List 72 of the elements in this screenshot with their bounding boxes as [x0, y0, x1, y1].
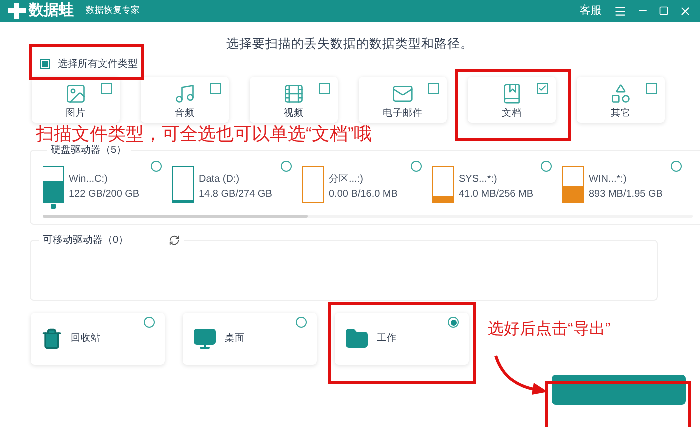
- drive-usage: 122 GB/200 GB: [69, 188, 141, 202]
- file-type-card[interactable]: 其它: [577, 77, 665, 123]
- folder-icon: [345, 327, 369, 351]
- checkbox[interactable]: [319, 83, 330, 94]
- checkbox[interactable]: [101, 83, 112, 94]
- film-icon: [283, 83, 305, 105]
- drive-usage: 14.8 GB/274 GB: [199, 188, 274, 202]
- drive-item[interactable]: Data (D:) 14.8 GB/274 GB: [173, 161, 303, 209]
- file-type-card[interactable]: 音频: [141, 77, 229, 123]
- trash-icon: [41, 328, 63, 350]
- file-type-card[interactable]: 视频: [250, 77, 338, 123]
- checkbox[interactable]: [537, 83, 548, 94]
- radio-button[interactable]: [541, 161, 552, 172]
- file-type-label: 视频: [284, 108, 304, 120]
- file-type-label: 音频: [175, 108, 195, 120]
- shapes-icon: [610, 83, 632, 105]
- menu-icon[interactable]: [614, 4, 627, 18]
- radio-button[interactable]: [144, 317, 155, 328]
- file-type-label: 文档: [502, 108, 522, 120]
- location-card[interactable]: 桌面: [183, 313, 317, 365]
- picture-icon: [65, 83, 87, 105]
- music-icon: [174, 83, 196, 105]
- location-card[interactable]: 回收站: [31, 313, 165, 365]
- location-label: 回收站: [71, 332, 102, 346]
- panel-title: 可移动驱动器（0）: [43, 234, 129, 248]
- location-label: 桌面: [225, 332, 246, 346]
- checkbox[interactable]: [40, 59, 50, 69]
- file-type-label: 电子邮件: [383, 108, 423, 120]
- drive-name: Data (D:): [199, 173, 241, 187]
- panel-title: 硬盘驱动器（5）: [50, 144, 128, 158]
- radio-button[interactable]: [448, 317, 459, 328]
- file-type-label: 图片: [66, 108, 86, 120]
- refresh-icon[interactable]: [168, 235, 180, 246]
- drive-item[interactable]: WIN...*:) 893 MB/1.95 GB: [563, 161, 693, 209]
- scrollbar-thumb[interactable]: [43, 215, 308, 218]
- envelope-icon: [392, 83, 414, 105]
- maximize-icon[interactable]: [659, 6, 669, 16]
- drive-name: Win...C:): [69, 173, 109, 187]
- radio-button[interactable]: [411, 161, 422, 172]
- app-name: 数据蛙: [29, 0, 74, 21]
- radio-button[interactable]: [296, 317, 307, 328]
- app-subtitle: 数据恢复专家: [86, 4, 140, 18]
- annotation-note: 选好后点击“导出”: [488, 320, 611, 340]
- book-icon: [501, 83, 523, 105]
- file-type-label: 其它: [611, 108, 631, 120]
- radio-button[interactable]: [671, 161, 682, 172]
- heading: 选择要扫描的丢失数据的数据类型和路径。: [226, 36, 474, 53]
- monitor-icon: [193, 327, 217, 351]
- support-link[interactable]: 客服: [580, 2, 602, 20]
- file-type-card[interactable]: 文档: [468, 77, 556, 123]
- file-type-card[interactable]: 电子邮件: [359, 77, 447, 123]
- drive-usage: 0.00 B/16.0 MB: [329, 188, 399, 202]
- drive-item[interactable]: SYS...*:) 41.0 MB/256 MB: [433, 161, 563, 209]
- drive-item[interactable]: Win...C:) 122 GB/200 GB: [43, 161, 173, 209]
- drive-usage: 893 MB/1.95 GB: [589, 188, 664, 202]
- drive-item[interactable]: 分区...:) 0.00 B/16.0 MB: [303, 161, 433, 209]
- checkbox[interactable]: [210, 83, 221, 94]
- drive-usage: 41.0 MB/256 MB: [459, 188, 534, 202]
- drive-name: WIN...*:): [589, 173, 628, 187]
- radio-button[interactable]: [151, 161, 162, 172]
- location-label: 工作: [377, 332, 398, 346]
- location-card[interactable]: 工作: [335, 313, 469, 365]
- radio-button[interactable]: [281, 161, 292, 172]
- file-type-card[interactable]: 图片: [32, 77, 120, 123]
- close-icon[interactable]: [679, 4, 692, 18]
- checkbox[interactable]: [646, 83, 657, 94]
- checkbox[interactable]: [428, 83, 439, 94]
- select-all-label: 选择所有文件类型: [58, 58, 138, 72]
- annotation-note: 扫描文件类型，可全选也可以单选“文档”哦: [36, 124, 372, 144]
- drive-name: 分区...:): [329, 173, 364, 187]
- drive-name: SYS...*:): [459, 173, 498, 187]
- cross-logo-icon: [8, 3, 26, 19]
